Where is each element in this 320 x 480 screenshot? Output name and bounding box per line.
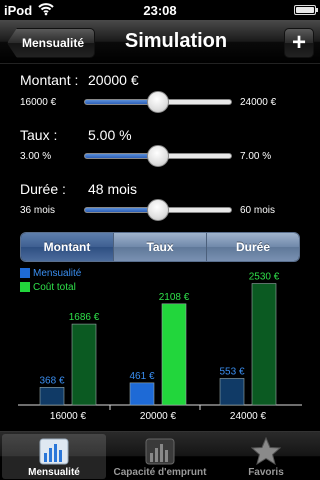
tab-label: Favoris [248,467,284,478]
segment-duree[interactable]: Durée [207,233,299,261]
bar-chart-icon [2,437,106,465]
bar-cout-total [161,303,187,406]
slider-thumb[interactable] [147,199,169,221]
plus-icon: + [291,29,306,56]
duree-slider[interactable] [84,198,232,222]
add-button[interactable]: + [284,28,314,58]
duree-min-label: 36 mois [20,205,56,216]
back-button[interactable]: Mensualité [7,28,96,58]
montant-label: Montant : [20,72,79,88]
tab-label: Mensualité [28,467,80,478]
bar-mensualite [219,378,245,406]
x-axis-tick-label: 16000 € [50,411,87,420]
montant-min-label: 16000 € [20,97,57,108]
montant-max-label: 24000 € [240,97,277,108]
navigation-bar: Mensualité Simulation + [0,20,320,64]
taux-value: 5.00 % [88,127,132,143]
status-bar: iPod 23:08 [0,0,320,20]
back-button-label: Mensualité [22,36,85,50]
bar-chart-icon [108,437,212,465]
bar-mensualite [129,382,155,406]
slider-thumb[interactable] [147,145,169,167]
slider-thumb[interactable] [147,91,169,113]
duree-value: 48 mois [88,181,138,197]
bar-value-label: 368 € [39,375,64,386]
taux-label: Taux : [20,127,58,143]
bar-value-label: 2108 € [159,292,190,303]
bar-value-label: 1686 € [69,312,100,323]
tab-favoris[interactable]: Favoris [214,434,318,479]
segment-montant[interactable]: Montant [21,233,114,261]
bar-value-label: 553 € [219,366,244,377]
duree-max-label: 60 mois [240,205,276,216]
bar-mensualite [39,387,65,406]
montant-slider[interactable] [84,90,232,114]
loan-bar-chart: 368 € 1686 € 16000 € 461 € 2108 € 20000 € 553 … [18,272,302,420]
star-icon [214,436,318,466]
duree-label: Durée : [20,181,66,197]
bar-cout-total [251,283,277,406]
battery-icon [294,5,318,15]
taux-slider[interactable] [84,144,232,168]
tab-bar: Mensualité Capacité d'emprunt Favoris [0,431,320,480]
tab-mensualite[interactable]: Mensualité [2,434,106,479]
tab-label: Capacité d'emprunt [113,467,207,478]
clock-time: 23:08 [143,3,177,18]
x-axis-tick-label: 20000 € [140,411,177,420]
bar-value-label: 2530 € [249,272,280,283]
taux-min-label: 3.00 % [20,151,52,162]
segment-taux[interactable]: Taux [114,233,207,261]
taux-max-label: 7.00 % [240,151,272,162]
page-title: Simulation [124,30,228,52]
parameter-segmented-control: Montant Taux Durée [20,232,300,262]
bar-cout-total [71,323,97,406]
tab-capacite-emprunt[interactable]: Capacité d'emprunt [108,434,212,479]
bar-value-label: 461 € [129,371,154,382]
x-axis-tick-label: 24000 € [230,411,267,420]
montant-value: 20000 € [88,72,139,88]
